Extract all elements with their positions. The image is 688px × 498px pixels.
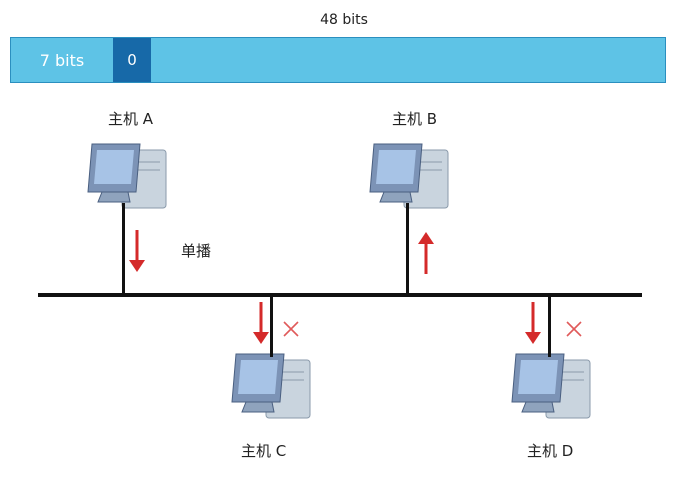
host-b-label: 主机 B — [392, 110, 438, 128]
red-arrow-icon — [129, 230, 145, 272]
host-d-connection — [548, 295, 551, 357]
host-c-label: 主机 C — [241, 442, 287, 460]
host-b-connection — [406, 203, 409, 295]
individual-group-bit: 0 — [113, 38, 151, 82]
unicast-label: 单播 — [181, 242, 212, 260]
network-bus — [38, 293, 642, 297]
frame-size-label: 48 bits — [320, 12, 368, 28]
computer-icon — [228, 350, 314, 422]
computer-icon — [366, 140, 452, 212]
red-arrow-icon — [418, 232, 434, 274]
host-d-label: 主机 D — [527, 442, 574, 460]
red-arrow-icon — [253, 302, 269, 344]
computer-icon — [84, 140, 170, 212]
x-mark-icon — [566, 321, 582, 337]
red-arrow-icon — [525, 302, 541, 344]
first-bits-segment: 7 bits — [11, 38, 113, 82]
x-mark-icon — [283, 321, 299, 337]
host-a-label: 主机 A — [108, 110, 154, 128]
computer-icon — [508, 350, 594, 422]
